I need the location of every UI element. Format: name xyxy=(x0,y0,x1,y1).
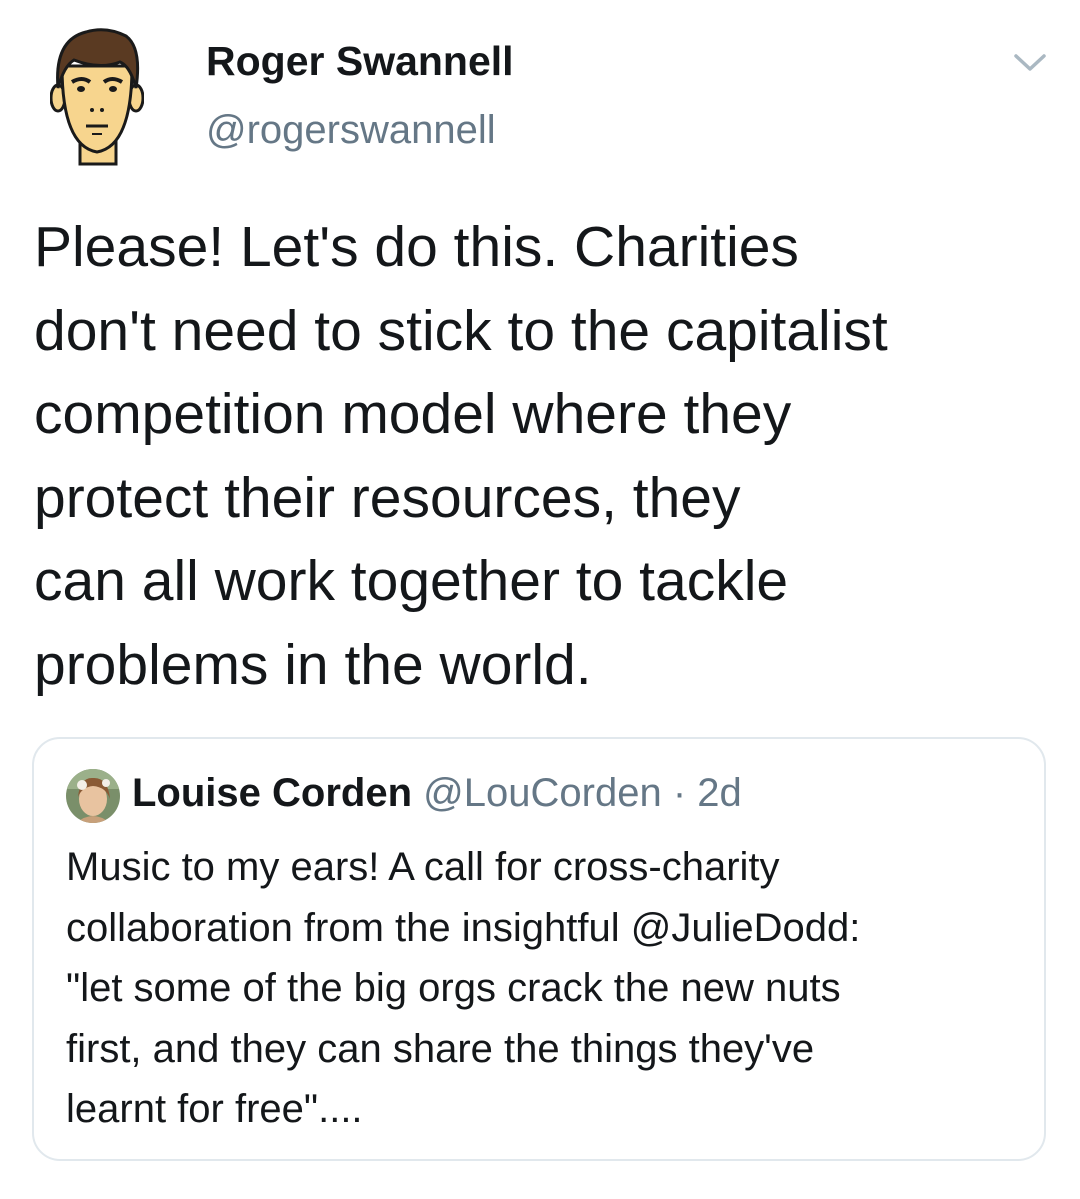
cartoon-face-icon xyxy=(49,28,145,166)
header-separator: · xyxy=(672,771,687,815)
tweet-text: Please! Let's do this. Charities don't n… xyxy=(34,206,1054,707)
quoted-text-line: learnt for free".... xyxy=(66,1087,363,1131)
chevron-down-icon[interactable] xyxy=(1012,50,1048,74)
quoted-tweet-text: Music to my ears! A call for cross-chari… xyxy=(66,837,1026,1140)
author-handle[interactable]: @rogerswannell xyxy=(206,108,496,153)
author-name[interactable]: Roger Swannell xyxy=(206,38,514,85)
tweet-text-line: Please! Let's do this. Charities xyxy=(34,215,799,279)
tweet-text-line: don't need to stick to the capitalist xyxy=(34,298,888,363)
quoted-tweet-timestamp[interactable]: 2d xyxy=(697,771,742,815)
tweet: Roger Swannell @rogerswannell Please! Le… xyxy=(0,0,1080,1199)
tweet-text-line: can all work together to tackle xyxy=(34,549,789,613)
quoted-author-avatar[interactable] xyxy=(66,769,120,823)
quoted-author-handle[interactable]: @LouCorden xyxy=(423,771,662,815)
tweet-text-line: problems in the world. xyxy=(34,632,592,697)
tweet-text-line: competition model where they xyxy=(34,382,792,446)
quoted-text-line: first, and they can share the things the… xyxy=(66,1026,815,1071)
quoted-text-line: collaboration from the insightful @Julie… xyxy=(66,905,861,950)
author-avatar[interactable] xyxy=(49,26,145,166)
quoted-tweet-header: Louise Corden @LouCorden · 2d xyxy=(132,771,742,816)
quoted-text-line: Music to my ears! A call for cross-chari… xyxy=(66,845,780,889)
photo-avatar-icon xyxy=(66,769,120,823)
quoted-text-line: "let some of the big orgs crack the new … xyxy=(66,966,841,1010)
quoted-author-name[interactable]: Louise Corden xyxy=(132,771,412,815)
quoted-tweet-card[interactable]: Louise Corden @LouCorden · 2d Music to m… xyxy=(32,737,1046,1161)
tweet-text-line: protect their resources, they xyxy=(34,465,741,530)
